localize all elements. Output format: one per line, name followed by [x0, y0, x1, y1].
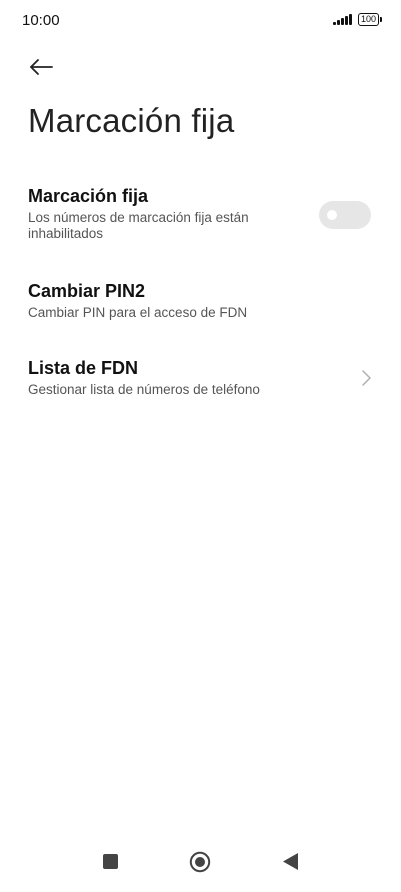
circle-home-icon[interactable] [189, 851, 211, 873]
signal-icon [333, 14, 352, 25]
status-icons: 100 [333, 13, 383, 26]
fixed-dialing-toggle[interactable] [319, 201, 371, 229]
arrow-left-icon [30, 59, 53, 75]
setting-fixed-dialing[interactable]: Marcación fija Los números de marcación … [0, 186, 401, 248]
toggle-knob [327, 210, 337, 220]
screen: 10:00 100 Marcación fija Marcación fija … [0, 0, 401, 892]
battery-icon: 100 [357, 13, 383, 26]
back-button[interactable] [24, 52, 58, 82]
chevron-right-icon [362, 370, 371, 386]
setting-fdn-list[interactable]: Lista de FDN Gestionar lista de números … [0, 358, 401, 404]
triangle-back-icon[interactable] [282, 852, 299, 871]
page-title: Marcación fija [28, 102, 235, 139]
status-time: 10:00 [22, 12, 60, 29]
setting-description: Los números de marcación fija están inha… [28, 210, 249, 241]
setting-title: Cambiar PIN2 [28, 281, 146, 301]
setting-change-pin2[interactable]: Cambiar PIN2 Cambiar PIN para el acceso … [0, 281, 401, 327]
navigation-bar [0, 840, 401, 892]
setting-description: Cambiar PIN para el acceso de FDN [28, 305, 248, 320]
setting-description: Gestionar lista de números de teléfono [28, 382, 260, 397]
setting-title: Lista de FDN [28, 358, 139, 378]
square-recents-icon[interactable] [103, 854, 118, 869]
status-bar: 10:00 100 [0, 0, 401, 44]
setting-title: Marcación fija [28, 186, 149, 206]
